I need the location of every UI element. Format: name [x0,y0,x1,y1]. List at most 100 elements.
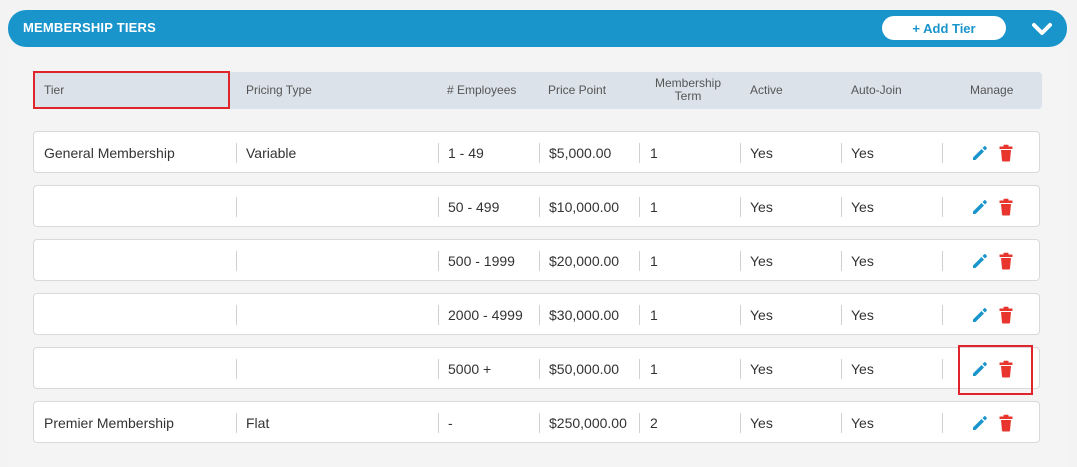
column-pricing-type[interactable]: Pricing Type [246,84,312,97]
auto-join-cell: Yes [851,307,874,323]
tier-column-highlight [33,71,230,109]
column-divider [539,359,540,379]
column-membership-term-line1: Membership [654,76,722,90]
column-divider [539,251,540,271]
price-point-cell: $5,000.00 [549,145,612,161]
active-cell: Yes [750,415,773,431]
column-divider [639,305,640,325]
membership-term-cell: 2 [650,415,658,431]
column-divider [236,413,237,433]
pricing-type-cell: Variable [246,145,297,161]
column-divider [236,305,237,325]
column-divider [740,197,741,217]
price-point-cell: $30,000.00 [549,307,620,323]
trash-icon[interactable] [997,306,1015,324]
pencil-icon[interactable] [971,306,989,324]
employees-cell: 2000 - 4999 [448,307,523,323]
add-tier-button[interactable]: + Add Tier [882,16,1006,40]
column-divider [942,305,943,325]
active-cell: Yes [750,145,773,161]
column-active[interactable]: Active [750,84,783,97]
column-divider [639,413,640,433]
employees-cell: 500 - 1999 [448,253,515,269]
auto-join-cell: Yes [851,199,874,215]
auto-join-cell: Yes [851,415,874,431]
column-divider [841,305,842,325]
active-cell: Yes [750,199,773,215]
column-divider [539,413,540,433]
membership-term-cell: 1 [650,253,658,269]
column-divider [438,413,439,433]
table-row: General Membership Variable 1 - 49 $5,000.0… [33,131,1040,173]
price-point-cell: $250,000.00 [549,415,627,431]
pencil-icon[interactable] [971,198,989,216]
column-divider [236,143,237,163]
employees-cell: 5000 + [448,361,492,377]
membership-term-cell: 1 [650,307,658,323]
column-divider [639,359,640,379]
column-price-point[interactable]: Price Point [548,84,606,97]
price-point-cell: $50,000.00 [549,361,620,377]
manage-actions-highlight [958,345,1033,395]
column-divider [539,143,540,163]
pencil-icon[interactable] [971,144,989,162]
auto-join-cell: Yes [851,361,874,377]
column-divider [639,197,640,217]
active-cell: Yes [750,361,773,377]
auto-join-cell: Yes [851,253,874,269]
column-divider [539,305,540,325]
membership-term-cell: 1 [650,199,658,215]
column-divider [639,251,640,271]
active-cell: Yes [750,253,773,269]
column-divider [942,143,943,163]
employees-cell: 50 - 499 [448,199,500,215]
trash-icon[interactable] [997,198,1015,216]
column-membership-term[interactable]: Membership Term [643,77,733,103]
trash-icon[interactable] [997,414,1015,432]
pricing-type-cell: Flat [246,415,270,431]
column-divider [740,143,741,163]
table-row: 50 - 499 $10,000.00 1 Yes Yes [33,185,1040,227]
pencil-icon[interactable] [971,252,989,270]
column-divider [841,251,842,271]
column-manage: Manage [970,83,1014,97]
auto-join-cell: Yes [851,145,874,161]
section-title: MEMBERSHIP TIERS [23,20,156,35]
price-point-cell: $20,000.00 [549,253,620,269]
trash-icon[interactable] [997,144,1015,162]
table-row: 500 - 1999 $20,000.00 1 Yes Yes [33,239,1040,281]
membership-term-cell: 1 [650,361,658,377]
trash-icon[interactable] [997,252,1015,270]
column-divider [438,251,439,271]
column-divider [942,359,943,379]
column-divider [740,305,741,325]
table-row: Premier Membership Flat - $250,000.00 2 Yes Ye… [33,401,1040,443]
column-divider [942,197,943,217]
column-divider [438,305,439,325]
employees-cell: 1 - 49 [448,145,484,161]
price-point-cell: $10,000.00 [549,199,620,215]
column-divider [841,413,842,433]
tier-cell: General Membership [44,145,175,161]
table-row: 5000 + $50,000.00 1 Yes Yes [33,347,1040,389]
column-auto-join[interactable]: Auto-Join [851,84,902,97]
pencil-icon[interactable] [971,414,989,432]
column-divider [740,359,741,379]
column-divider [639,143,640,163]
table-row: 2000 - 4999 $30,000.00 1 Yes Yes [33,293,1040,335]
active-cell: Yes [750,307,773,323]
column-divider [942,251,943,271]
column-divider [438,359,439,379]
employees-cell: - [448,415,453,431]
column-divider [438,143,439,163]
column-divider [740,413,741,433]
column-divider [942,413,943,433]
column-divider [539,197,540,217]
column-divider [841,143,842,163]
column-employees[interactable]: # Employees [447,84,516,97]
tier-cell: Premier Membership [44,415,174,431]
column-membership-term-line2: Term [674,89,702,103]
chevron-down-icon[interactable] [1030,18,1054,40]
membership-term-cell: 1 [650,145,658,161]
column-divider [841,359,842,379]
